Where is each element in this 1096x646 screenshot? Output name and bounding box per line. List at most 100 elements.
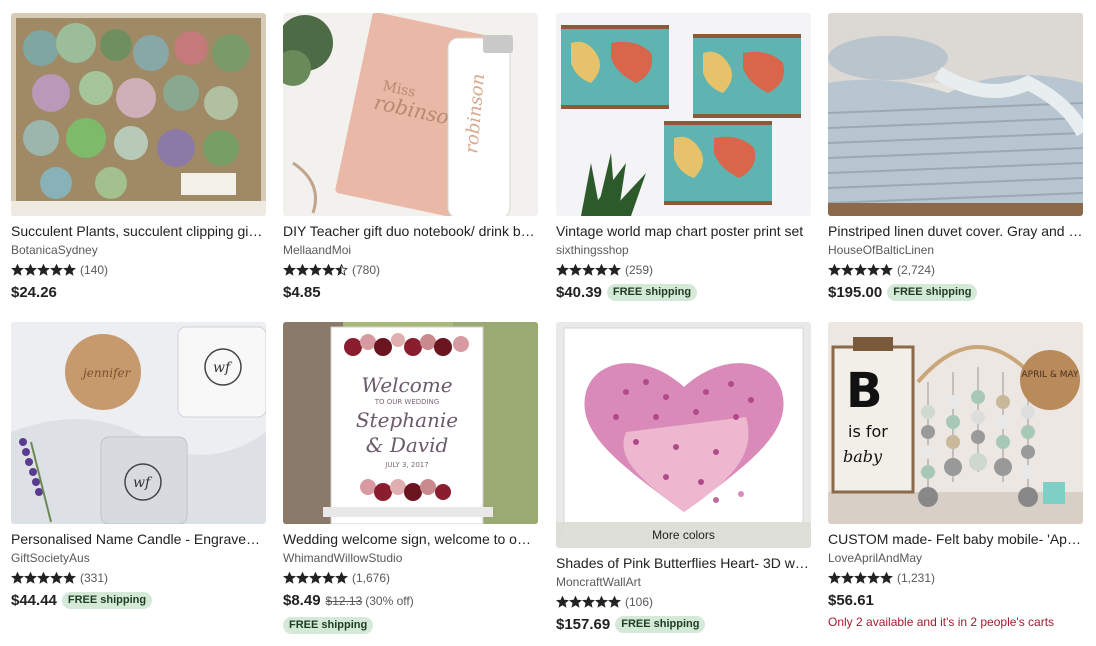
shop-name[interactable]: BotanicaSydney xyxy=(11,243,266,258)
free-shipping-badge: FREE shipping xyxy=(887,284,978,301)
discount: (30% off) xyxy=(365,593,414,608)
star-icon xyxy=(595,264,608,276)
rating: (259) xyxy=(556,262,811,278)
star-icon xyxy=(309,264,322,276)
star-icon xyxy=(867,264,880,276)
price-row: $56.61 xyxy=(828,591,1083,610)
price: $56.61 xyxy=(828,592,874,609)
listing-title[interactable]: Pinstriped linen duvet cover. Gray and w… xyxy=(828,222,1083,240)
star-icon xyxy=(283,264,296,276)
listing-grid: Succulent Plants, succulent clipping gif… xyxy=(0,0,1096,646)
listing-title[interactable]: Vintage world map chart poster print set xyxy=(556,222,811,240)
price: $24.26 xyxy=(11,284,57,301)
more-colors-overlay[interactable]: More colors xyxy=(556,522,811,548)
stock-note: Only 2 available and it's in 2 people's … xyxy=(828,615,1055,629)
star-icon xyxy=(854,572,867,584)
listing-image[interactable] xyxy=(828,13,1083,216)
star-icon xyxy=(582,264,595,276)
listing-card[interactable]: B is for baby APRIL & MAY CUSTOM made- F… xyxy=(828,322,1083,629)
rating: (1,676) xyxy=(283,570,538,586)
review-count: (259) xyxy=(625,263,654,277)
star-icon xyxy=(841,572,854,584)
listing-title[interactable]: Shades of Pink Butterflies Heart- 3D wal… xyxy=(556,554,811,572)
listing-image[interactable]: More colors xyxy=(556,322,811,548)
star-rating xyxy=(283,264,348,276)
star-icon xyxy=(841,264,854,276)
star-icon xyxy=(569,596,582,608)
star-icon xyxy=(582,596,595,608)
listing-card[interactable]: Succulent Plants, succulent clipping gif… xyxy=(11,13,266,302)
listing-card[interactable]: Pinstriped linen duvet cover. Gray and w… xyxy=(828,13,1083,302)
price: $8.49 xyxy=(283,592,321,609)
price-row: $8.49 $12.13 (30% off) xyxy=(283,591,538,610)
svg-text:Stephanie: Stephanie xyxy=(356,408,458,432)
listing-title[interactable]: Personalised Name Candle - Engraved wood… xyxy=(11,530,266,548)
price: $157.69 xyxy=(556,616,611,633)
svg-text:baby: baby xyxy=(843,447,883,466)
rating: (140) xyxy=(11,262,266,278)
listing-title[interactable]: DIY Teacher gift duo notebook/ drink bot… xyxy=(283,222,538,240)
star-rating xyxy=(11,264,76,276)
svg-text:is for: is for xyxy=(848,422,888,441)
review-count: (106) xyxy=(625,595,654,609)
svg-text:wf: wf xyxy=(133,475,153,491)
listing-image[interactable]: Miss robinson robinson xyxy=(283,13,538,216)
star-icon xyxy=(854,264,867,276)
listing-title[interactable]: Wedding welcome sign, welcome to our wed… xyxy=(283,530,538,548)
listing-title[interactable]: Succulent Plants, succulent clipping gif… xyxy=(11,222,266,240)
listing-card[interactable]: More colors Shades of Pink Butterflies H… xyxy=(556,322,811,634)
star-icon xyxy=(828,264,841,276)
shop-name[interactable]: GiftSocietyAus xyxy=(11,551,266,566)
free-shipping-badge: FREE shipping xyxy=(283,617,374,634)
listing-title[interactable]: CUSTOM made- Felt baby mobile- 'April & … xyxy=(828,530,1083,548)
free-shipping-badge: FREE shipping xyxy=(61,592,153,609)
listing-card[interactable]: jennifer wf wf Personalised Name Candle … xyxy=(11,322,266,610)
price-row: $44.44 FREE shipping xyxy=(11,591,266,610)
shop-name[interactable]: HouseOfBalticLinen xyxy=(828,243,1083,258)
review-count: (1,231) xyxy=(897,571,936,585)
svg-text:Welcome: Welcome xyxy=(361,373,452,397)
star-icon xyxy=(37,264,50,276)
price: $4.85 xyxy=(283,284,321,301)
rating: (106) xyxy=(556,594,811,610)
star-icon xyxy=(556,596,569,608)
star-rating xyxy=(556,264,621,276)
listing-image[interactable]: Welcome TO OUR WEDDING Stephanie & David… xyxy=(283,322,538,524)
shop-name[interactable]: MellaandMoi xyxy=(283,243,538,258)
listing-image[interactable]: jennifer wf wf xyxy=(11,322,266,524)
svg-text:APRIL & MAY: APRIL & MAY xyxy=(1022,370,1079,380)
free-shipping-badge: FREE shipping xyxy=(606,284,698,301)
star-rating xyxy=(11,572,76,584)
star-rating xyxy=(556,596,621,608)
listing-image[interactable]: B is for baby APRIL & MAY xyxy=(828,322,1083,524)
shop-name[interactable]: LoveAprilAndMay xyxy=(828,551,1083,566)
shop-name[interactable]: MoncraftWallArt xyxy=(556,575,811,590)
star-icon xyxy=(880,264,893,276)
star-icon xyxy=(37,572,50,584)
listing-card[interactable]: Miss robinson robinson DIY Teacher gift … xyxy=(283,13,538,302)
price: $195.00 xyxy=(828,284,883,301)
listing-image[interactable] xyxy=(11,13,266,216)
review-count: (331) xyxy=(80,571,109,585)
rating: (331) xyxy=(11,570,266,586)
listing-card[interactable]: Vintage world map chart poster print set… xyxy=(556,13,811,302)
rating: (1,231) xyxy=(828,570,1083,586)
star-icon xyxy=(595,596,608,608)
star-icon xyxy=(63,264,76,276)
star-icon xyxy=(556,264,569,276)
star-icon xyxy=(11,264,24,276)
shop-name[interactable]: sixthingsshop xyxy=(556,243,811,258)
listing-image[interactable] xyxy=(556,13,811,216)
svg-text:& David: & David xyxy=(366,433,449,457)
shop-name[interactable]: WhimandWillowStudio xyxy=(283,551,538,566)
star-icon xyxy=(322,264,335,276)
listing-card[interactable]: Welcome TO OUR WEDDING Stephanie & David… xyxy=(283,322,538,634)
price-row: $40.39 FREE shipping xyxy=(556,283,811,302)
rating: (780) xyxy=(283,262,538,278)
review-count: (2,724) xyxy=(897,263,936,277)
price-row: $4.85 xyxy=(283,283,538,302)
star-icon xyxy=(24,572,37,584)
svg-text:jennifer: jennifer xyxy=(80,366,132,380)
star-icon xyxy=(335,572,348,584)
price: $40.39 xyxy=(556,284,602,301)
